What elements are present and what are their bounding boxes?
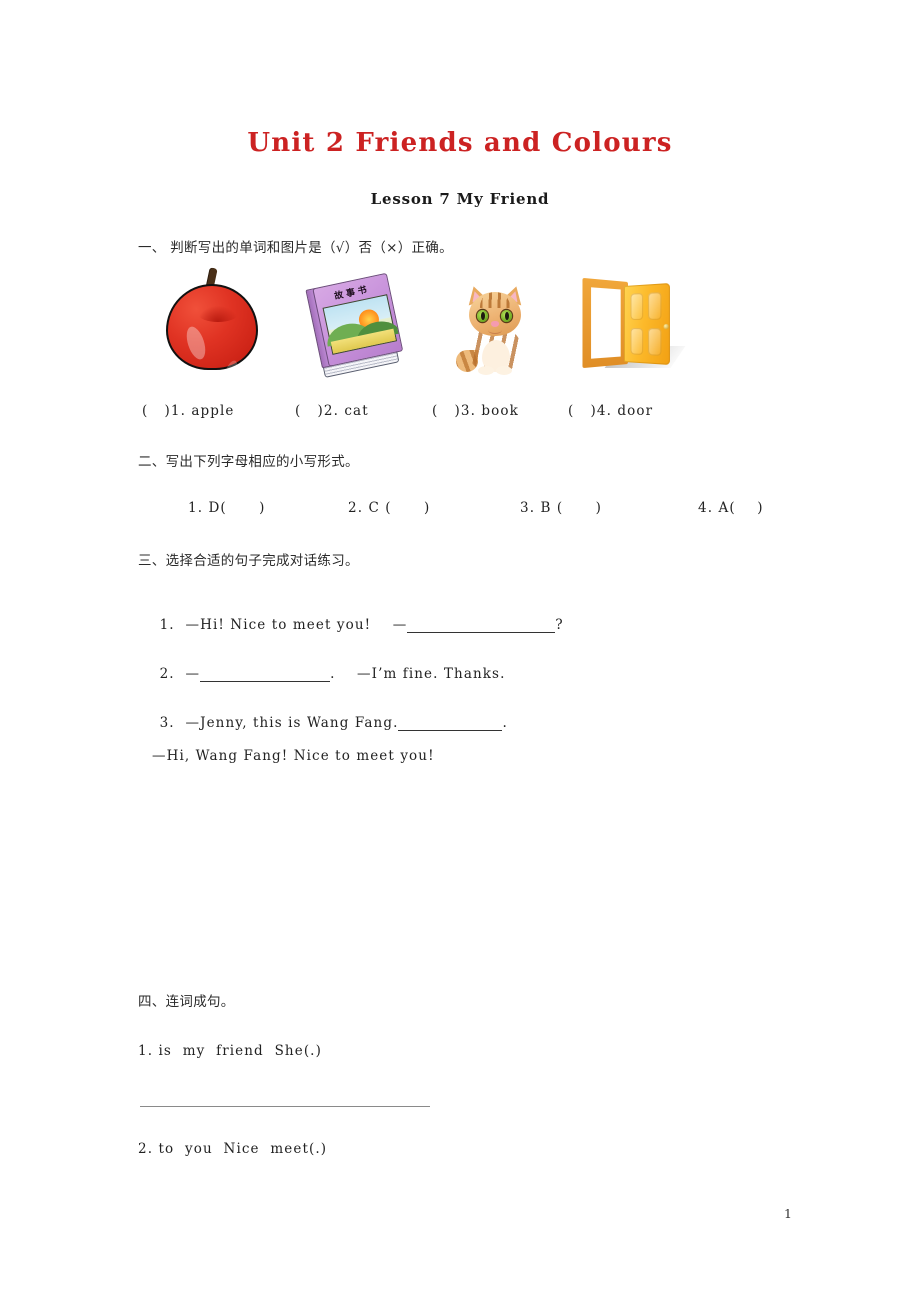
dialogue-item-3-after: .	[502, 715, 508, 731]
dialogue-item-2-before: —	[185, 666, 201, 682]
dialogue-item-1-before: —Hi! Nice to meet you! —	[185, 617, 408, 633]
letter-item-2: 2. C ( )	[348, 500, 431, 516]
section-2-heading: 二、写出下列字母相应的小写形式。	[138, 454, 359, 470]
page-number: 1	[784, 1206, 792, 1221]
picture-label-book: ( )3. book	[432, 403, 519, 419]
dialogue-item-1-blank[interactable]	[407, 618, 556, 633]
storybook-icon: 故事书	[305, 270, 416, 378]
dialogue-item-1-after: ?	[555, 617, 564, 633]
letter-item-4: 4. A( )	[698, 500, 764, 516]
dialogue-item-2-blank[interactable]	[200, 667, 331, 682]
picture-label-door: ( )4. door	[568, 403, 654, 419]
letter-item-1: 1. D( )	[188, 500, 266, 516]
book-cover: 故事书	[312, 272, 404, 367]
picture-label-apple: ( )1. apple	[142, 403, 235, 419]
dialogue-item-2-number: 2.	[159, 666, 175, 682]
section-1-heading: 一、 判断写出的单词和图片是（√）否（×）正确。	[138, 240, 453, 256]
dialogue-item-3-before: —Jenny, this is Wang Fang.	[185, 715, 399, 731]
door-frame	[582, 277, 628, 369]
cat-icon	[452, 278, 538, 378]
answer-line-1[interactable]	[140, 1106, 430, 1107]
picture-row: 故事书	[0, 262, 920, 384]
dialogue-continuation: —Hi, Wang Fang! Nice to meet you!	[152, 748, 435, 764]
worksheet-page: Unit 2 Friends and Colours Lesson 7 My F…	[0, 0, 920, 1302]
door-icon	[572, 270, 686, 374]
door-knob-icon	[663, 324, 669, 330]
door-panel	[624, 283, 670, 365]
book-cover-illustration	[322, 294, 401, 355]
dialogue-item-1: 1. —Hi! Nice to meet you! —?	[138, 601, 564, 649]
dialogue-item-2: 2. — . —I’m fine. Thanks.	[138, 650, 505, 698]
sentence-item-1: 1. is my friend She(.)	[138, 1043, 322, 1059]
picture-label-cat: ( )2. cat	[295, 403, 369, 419]
lesson-title: Lesson 7 My Friend	[370, 190, 550, 208]
dialogue-item-3-blank[interactable]	[398, 716, 503, 731]
dialogue-item-3-number: 3.	[159, 715, 175, 731]
dialogue-item-2-after: . —I’m fine. Thanks.	[330, 666, 506, 682]
apple-body	[166, 284, 258, 384]
section-4-heading: 四、连词成句。	[138, 994, 235, 1010]
page-title: Unit 2 Friends and Colours	[247, 128, 673, 158]
dialogue-item-1-number: 1.	[159, 617, 175, 633]
letter-item-3: 3. B ( )	[520, 500, 602, 516]
sentence-item-2: 2. to you Nice meet(.)	[138, 1141, 328, 1157]
dialogue-item-3: 3. —Jenny, this is Wang Fang..	[138, 699, 508, 747]
section-3-heading: 三、选择合适的句子完成对话练习。	[138, 553, 359, 569]
apple-icon	[160, 262, 260, 384]
